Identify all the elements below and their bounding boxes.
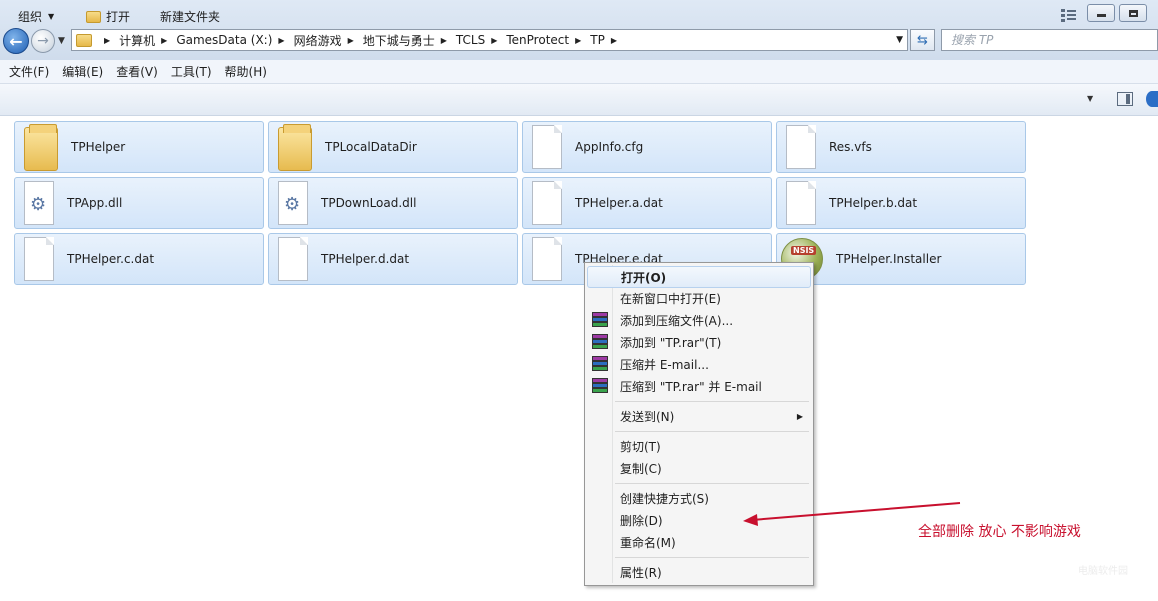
annotation-arrow	[743, 502, 961, 526]
watermark: 电脑软件园	[1078, 566, 1128, 577]
annotation-note: 全部删除 放心 不影响游戏	[918, 524, 1081, 540]
